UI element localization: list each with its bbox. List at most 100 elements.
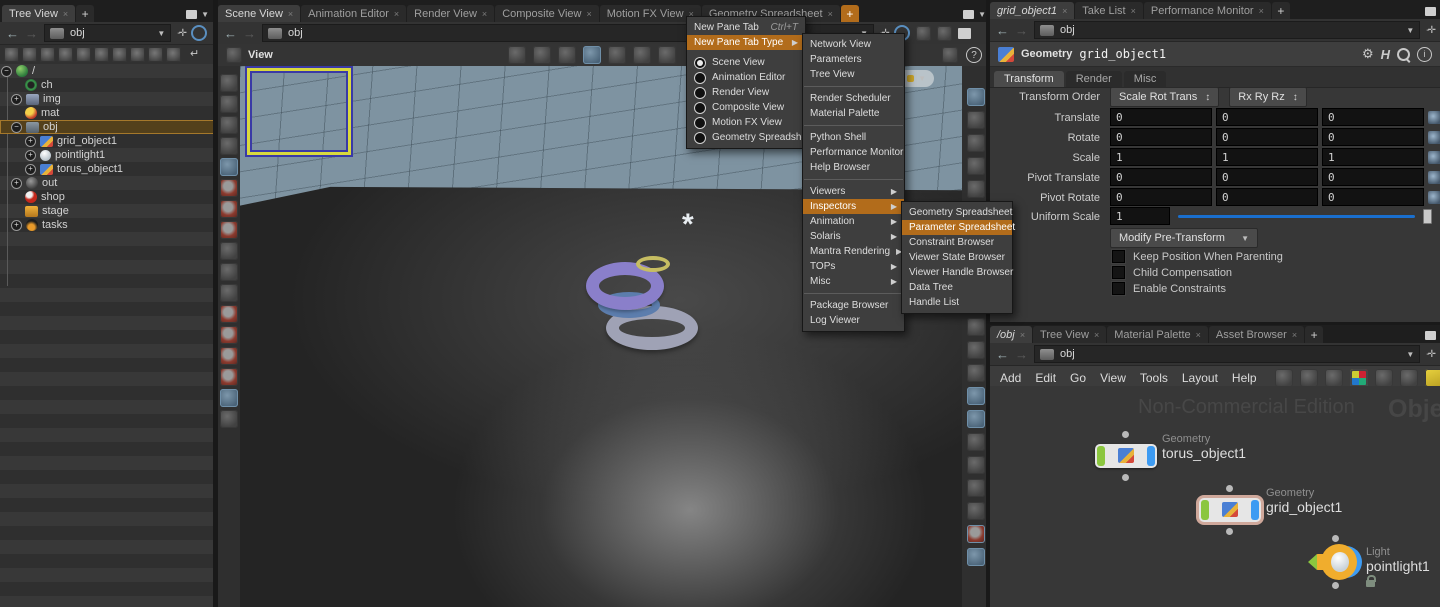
reflection-display-icon[interactable] [967, 433, 985, 451]
pane-menu-icon[interactable]: ▼ [201, 10, 209, 19]
filter-rop-icon[interactable] [130, 47, 145, 62]
collapse-all-icon[interactable]: ↵ [190, 47, 199, 60]
show-handles-icon[interactable] [220, 116, 238, 134]
pivot-translate-y-field[interactable] [1216, 168, 1318, 186]
submenu-item-tops[interactable]: TOPs ▶ [803, 259, 904, 274]
new-tab-button[interactable]: + [76, 5, 95, 22]
move-cursor-icon[interactable] [533, 46, 551, 64]
menu-help[interactable]: Help [1232, 371, 1257, 385]
flipbook-camera-icon[interactable] [658, 46, 676, 64]
sticky-note-icon[interactable] [1424, 368, 1440, 387]
paint-tool-icon[interactable] [220, 284, 238, 302]
group-list-icon[interactable] [967, 502, 985, 520]
collapse-toggle[interactable]: − [11, 121, 22, 133]
scale-tool-icon[interactable] [220, 221, 238, 239]
path-field[interactable]: obj ▼ [1034, 345, 1421, 363]
transform-order-select[interactable]: Scale Rot Trans ↕ [1110, 87, 1220, 107]
handles-cursor-icon[interactable] [558, 46, 576, 64]
pane-maximize-icon[interactable] [1425, 331, 1436, 340]
filter-generic-icon[interactable] [4, 47, 19, 62]
menu-radio-composite-view[interactable]: Composite View [687, 100, 805, 115]
node-input-dot[interactable] [1332, 535, 1339, 542]
color-palette-grid-icon[interactable] [1349, 368, 1368, 387]
hierarchy-icon[interactable] [1299, 368, 1318, 387]
pivot-rotate-gizmo-icon[interactable] [1428, 190, 1440, 204]
pivot-translate-gizmo-icon[interactable] [1428, 170, 1440, 184]
submenu-item-mantra-rendering[interactable]: Mantra Rendering ▶ [803, 244, 904, 259]
tab-take-list[interactable]: Take List × [1075, 2, 1143, 19]
back-icon[interactable]: ← [224, 27, 237, 40]
node-input-dot[interactable] [1122, 431, 1129, 438]
back-icon[interactable]: ← [996, 24, 1009, 37]
select-cursor-icon[interactable] [508, 46, 526, 64]
pretransform-dropdown[interactable]: Modify Pre-Transform ▼ [1110, 228, 1258, 248]
tree-row-pointlight1[interactable]: + pointlight1 [0, 148, 238, 162]
view-corner-icon[interactable] [967, 364, 985, 382]
selected-grid-wireframe[interactable] [245, 66, 353, 157]
view-menu-icon[interactable] [226, 47, 242, 63]
forward-icon[interactable]: → [243, 27, 256, 40]
translate-x-field[interactable] [1110, 108, 1212, 126]
node-display-flag[interactable] [1251, 500, 1259, 520]
translate-y-field[interactable] [1216, 108, 1318, 126]
close-icon[interactable]: × [1020, 330, 1025, 340]
forward-icon[interactable]: → [1015, 24, 1028, 37]
close-icon[interactable]: × [63, 9, 68, 19]
node-input-dot[interactable] [1226, 485, 1233, 492]
tree-row-grid-object1[interactable]: + grid_object1 [0, 134, 238, 148]
network-canvas[interactable]: Non-Commercial Edition Object Geometry t… [990, 386, 1440, 607]
enable-constraints-checkbox[interactable] [1112, 282, 1125, 295]
inspectors-item-viewer-state-browser[interactable]: Viewer State Browser [902, 250, 1012, 265]
close-icon[interactable]: × [1259, 6, 1264, 16]
expand-toggle[interactable]: + [11, 177, 22, 189]
submenu-item-package-browser[interactable]: Package Browser [803, 298, 904, 313]
node-output-dot[interactable] [1332, 582, 1339, 589]
pane-menu-icon[interactable]: ▼ [978, 10, 986, 19]
tree-row-obj[interactable]: − obj [0, 120, 224, 134]
menu-item-new-pane-tab-type[interactable]: New Pane Tab Type ▶ [687, 35, 805, 50]
cube-display-icon[interactable] [915, 25, 931, 41]
scale-gizmo-icon[interactable] [1428, 150, 1440, 164]
translate-tool-icon[interactable] [220, 179, 238, 197]
snap-magnet-icon[interactable] [220, 368, 238, 386]
child-compensation-checkbox[interactable] [1112, 266, 1125, 279]
character-pose-icon[interactable] [220, 263, 238, 281]
uv-overlay-icon[interactable] [967, 456, 985, 474]
camera-view-icon[interactable] [967, 180, 985, 198]
menu-item-new-pane-tab[interactable]: New Pane Tab Ctrl+T [687, 20, 805, 35]
tab-tree-view[interactable]: Tree View × [1033, 326, 1107, 343]
pane-maximize-icon[interactable] [963, 10, 975, 19]
close-icon[interactable]: × [828, 9, 833, 19]
backface-display-icon[interactable] [967, 387, 985, 405]
node-template-flag[interactable] [1097, 446, 1105, 466]
show-points-icon[interactable] [220, 74, 238, 92]
uniform-scale-slider-handle[interactable] [1423, 208, 1432, 224]
expand-toggle[interactable]: + [25, 135, 36, 147]
path-dropdown-icon[interactable]: ▼ [157, 29, 165, 38]
maximize-viewport-icon[interactable] [957, 27, 971, 39]
menu-radio-motion-fx-view[interactable]: Motion FX View [687, 115, 805, 130]
tab-render-view[interactable]: Render View × [407, 5, 495, 22]
translate-gizmo-icon[interactable] [1428, 110, 1440, 124]
path-field[interactable]: obj ▼ [44, 24, 172, 42]
tab-obj-network[interactable]: /obj × [990, 326, 1033, 343]
filter-cop-icon[interactable] [94, 47, 109, 62]
menu-tools[interactable]: Tools [1140, 371, 1168, 385]
close-icon[interactable]: × [586, 9, 591, 19]
keep-position-checkbox[interactable] [1112, 250, 1125, 263]
follow-focus-icon[interactable] [191, 25, 207, 41]
tree-row-mat[interactable]: mat [0, 106, 238, 120]
new-tab-button[interactable]: + [1305, 326, 1324, 343]
view-tool-icon[interactable] [220, 389, 238, 407]
snap-grid-icon[interactable] [220, 305, 238, 323]
tab-tree-view[interactable]: Tree View × [2, 5, 76, 22]
menu-radio-render-view[interactable]: Render View [687, 85, 805, 100]
filter-vop-icon[interactable] [76, 47, 91, 62]
submenu-item-network-view[interactable]: Network View [803, 37, 904, 52]
show-prims-icon[interactable] [220, 95, 238, 113]
tab-scene-view[interactable]: Scene View × [218, 5, 301, 22]
secure-selection-lock-icon[interactable] [220, 158, 238, 176]
snap-prim-icon[interactable] [220, 326, 238, 344]
tree-row-root[interactable]: − / [0, 64, 214, 78]
uniform-scale-slider[interactable] [1178, 214, 1415, 218]
